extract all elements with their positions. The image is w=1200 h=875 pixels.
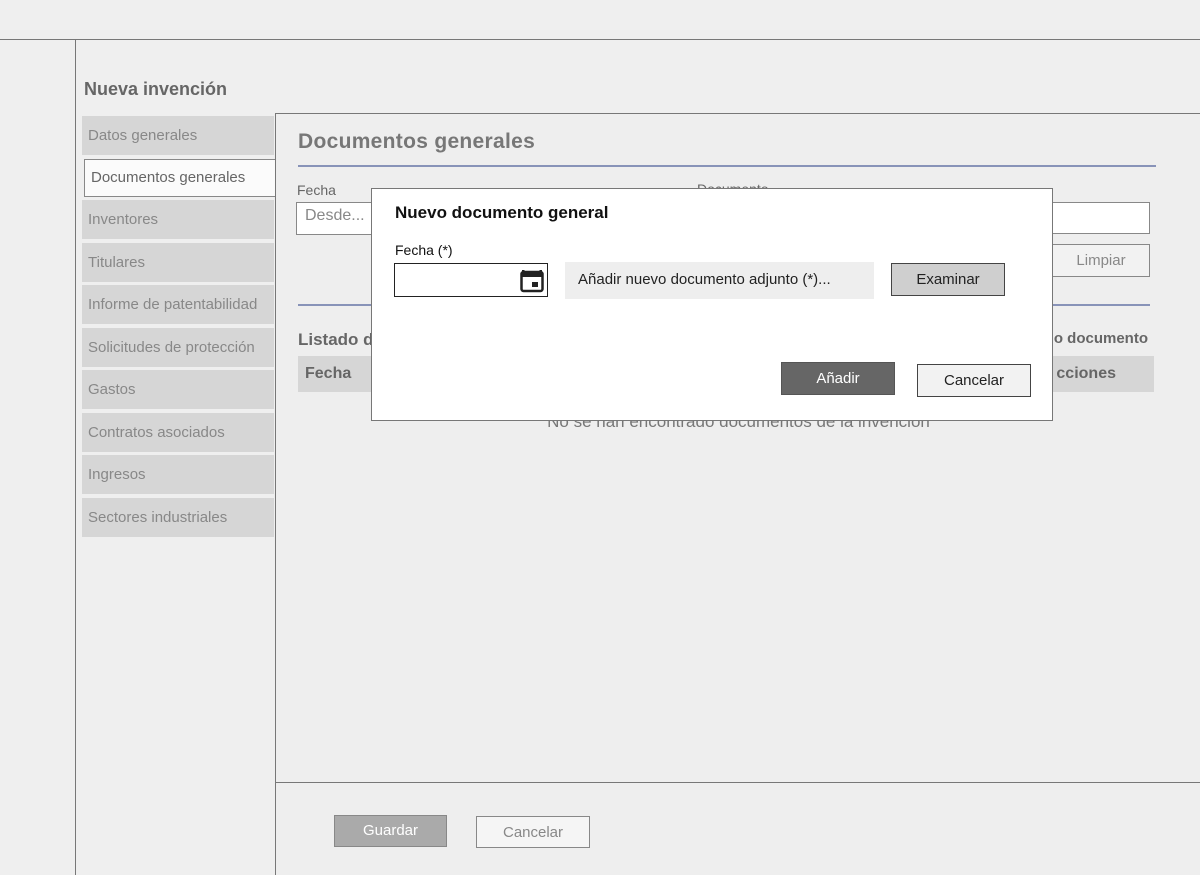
nav-item-solicitudes-proteccion[interactable]: Solicitudes de protección <box>82 327 274 367</box>
modal-cancelar-button[interactable]: Cancelar <box>917 364 1031 397</box>
modal-fecha-label: Fecha (*) <box>395 242 453 258</box>
anadir-button[interactable]: Añadir <box>781 362 895 395</box>
nav-item-datos-generales[interactable]: Datos generales <box>82 116 274 155</box>
limpiar-button[interactable]: Limpiar <box>1052 244 1150 277</box>
nav-item-gastos[interactable]: Gastos <box>82 370 274 409</box>
fecha-desde-input[interactable]: Desde... <box>296 202 374 235</box>
fecha-filter-label: Fecha <box>297 182 336 198</box>
nav-item-ingresos[interactable]: Ingresos <box>82 455 274 494</box>
section-title: Documentos generales <box>298 130 536 153</box>
list-title: Listado d <box>298 330 374 349</box>
modal-title: Nuevo documento general <box>395 203 609 222</box>
column-acciones: cciones <box>1056 365 1116 382</box>
footer-divider <box>276 782 1200 783</box>
nav-item-sectores-industriales[interactable]: Sectores industriales <box>82 497 274 537</box>
modal-adjunto-field[interactable]: Añadir nuevo documento adjunto (*)... <box>565 262 874 299</box>
nav-item-inventores[interactable]: Inventores <box>82 200 274 239</box>
nuevo-documento-link[interactable]: o documento <box>1054 330 1148 347</box>
examinar-button[interactable]: Examinar <box>891 263 1005 296</box>
calendar-icon[interactable] <box>520 267 544 293</box>
section-nav: Datos generales Documentos generales Inv… <box>82 116 278 540</box>
top-bar <box>0 0 1200 40</box>
page-title: Nueva invención <box>84 79 228 99</box>
cancelar-button[interactable]: Cancelar <box>476 816 590 848</box>
column-fecha[interactable]: Fecha <box>305 365 351 383</box>
nav-item-contratos-asociados[interactable]: Contratos asociados <box>82 412 274 452</box>
modal-fecha-input[interactable] <box>394 263 548 297</box>
guardar-button[interactable]: Guardar <box>334 815 447 847</box>
nav-item-titulares[interactable]: Titulares <box>82 242 274 282</box>
nav-item-informe-patentabilidad[interactable]: Informe de patentabilidad <box>82 285 274 324</box>
nav-item-documentos-generales[interactable]: Documentos generales <box>84 158 278 197</box>
left-rail <box>0 40 76 875</box>
nuevo-documento-modal: Nuevo documento general Fecha (*) Añadir… <box>371 188 1053 421</box>
section-divider <box>298 165 1156 167</box>
documento-filter-input[interactable] <box>1052 202 1150 234</box>
